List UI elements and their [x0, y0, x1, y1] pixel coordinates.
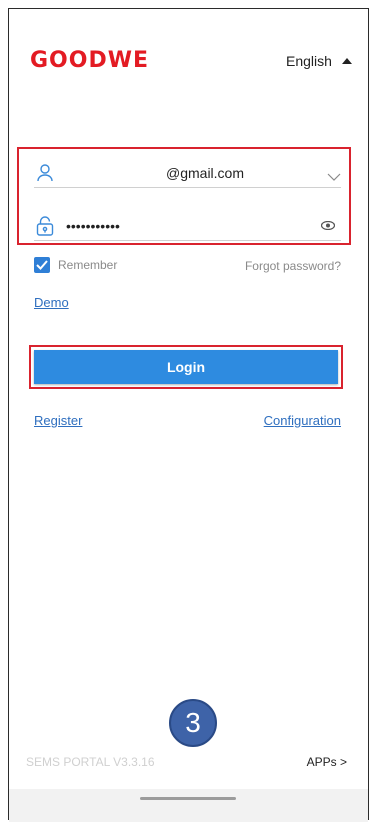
remember-label: Remember	[58, 258, 118, 272]
language-label: English	[286, 53, 332, 69]
email-field[interactable]: @gmail.com	[34, 159, 341, 188]
configuration-link[interactable]: Configuration	[264, 413, 341, 428]
apps-link[interactable]: APPs >	[307, 755, 347, 769]
login-button[interactable]: Login	[34, 350, 338, 384]
chevron-down-icon[interactable]	[327, 168, 341, 181]
password-field[interactable]: •••••••••••	[34, 212, 341, 241]
demo-link[interactable]: Demo	[34, 295, 69, 310]
forgot-password-link[interactable]: Forgot password?	[245, 259, 341, 273]
email-value: @gmail.com	[166, 165, 245, 181]
goodwe-logo: GOODWE	[30, 48, 150, 73]
checkbox-checked-icon[interactable]	[34, 257, 50, 273]
login-highlight: Login	[29, 345, 343, 389]
system-nav-bar	[9, 789, 368, 822]
remember-checkbox[interactable]: Remember	[34, 257, 117, 273]
lock-icon	[34, 215, 56, 237]
register-link[interactable]: Register	[34, 413, 82, 428]
home-indicator[interactable]	[140, 797, 236, 800]
language-selector[interactable]: English	[286, 53, 352, 69]
user-icon	[34, 162, 56, 184]
caret-up-icon	[341, 58, 352, 64]
step-number-badge: 3	[169, 699, 217, 747]
version-label: SEMS PORTAL V3.3.16	[26, 755, 155, 769]
password-value: •••••••••••	[66, 218, 120, 234]
eye-icon[interactable]	[320, 217, 336, 235]
